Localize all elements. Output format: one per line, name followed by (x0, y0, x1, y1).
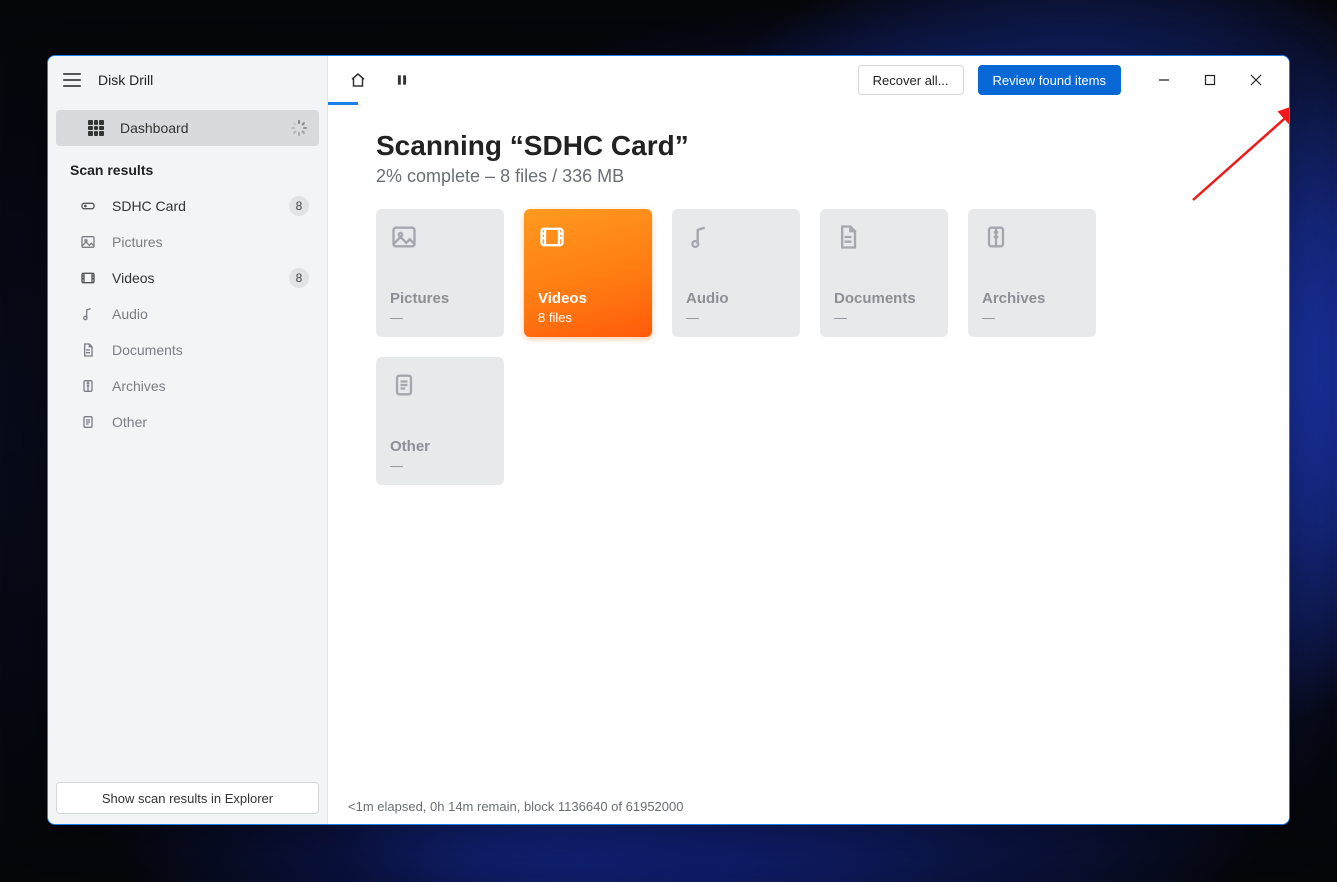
sidebar-item-archives[interactable]: Archives (48, 368, 327, 404)
archive-icon (982, 223, 1010, 251)
statusbar: <1m elapsed, 0h 14m remain, block 113664… (328, 788, 1289, 824)
home-button[interactable] (338, 58, 378, 102)
card-videos[interactable]: Videos 8 files (524, 209, 652, 337)
sidebar-item-videos[interactable]: Videos 8 (48, 260, 327, 296)
app-window: Disk Drill Dashboard Scan results SDHC C… (47, 55, 1290, 825)
card-subtitle: — (982, 310, 1082, 325)
window-controls (1141, 64, 1279, 96)
sidebar-item-documents[interactable]: Documents (48, 332, 327, 368)
card-subtitle: — (834, 310, 934, 325)
main-area: Recover all... Review found items Scanni… (328, 56, 1289, 824)
drive-icon (80, 198, 96, 214)
sidebar-item-label: Pictures (112, 234, 309, 250)
music-note-icon (80, 306, 96, 322)
card-subtitle: — (686, 310, 786, 325)
card-pictures[interactable]: Pictures — (376, 209, 504, 337)
sidebar-item-label: Other (112, 414, 309, 430)
content: Scanning “SDHC Card” 2% complete – 8 fil… (328, 104, 1289, 788)
pause-button[interactable] (382, 58, 422, 102)
sidebar-item-dashboard[interactable]: Dashboard (56, 110, 319, 146)
count-badge: 8 (289, 196, 309, 216)
spinner-icon (291, 120, 307, 136)
sidebar: Disk Drill Dashboard Scan results SDHC C… (48, 56, 328, 824)
sidebar-item-other[interactable]: Other (48, 404, 327, 440)
category-cards: Pictures — Videos 8 files Audio — (376, 209, 1241, 485)
card-title: Documents (834, 290, 934, 307)
image-icon (80, 234, 96, 250)
card-documents[interactable]: Documents — (820, 209, 948, 337)
sidebar-item-label: SDHC Card (112, 198, 273, 214)
sidebar-section-scan-results: Scan results (48, 152, 327, 188)
card-subtitle: 8 files (538, 310, 638, 325)
archive-icon (80, 378, 96, 394)
document-icon (834, 223, 862, 251)
sidebar-item-label: Audio (112, 306, 309, 322)
progress-indicator (328, 102, 358, 105)
sidebar-footer: Show scan results in Explorer (56, 782, 319, 814)
maximize-button[interactable] (1187, 64, 1233, 96)
recover-all-button[interactable]: Recover all... (858, 65, 964, 95)
card-title: Other (390, 438, 490, 455)
close-button[interactable] (1233, 64, 1279, 96)
card-title: Pictures (390, 290, 490, 307)
app-title: Disk Drill (98, 72, 153, 88)
card-title: Audio (686, 290, 786, 307)
hamburger-button[interactable] (60, 68, 84, 92)
sidebar-item-audio[interactable]: Audio (48, 296, 327, 332)
minimize-button[interactable] (1141, 64, 1187, 96)
image-icon (390, 223, 418, 251)
card-title: Videos (538, 290, 638, 307)
show-in-explorer-button[interactable]: Show scan results in Explorer (56, 782, 319, 814)
hamburger-icon (63, 73, 81, 87)
sidebar-header: Disk Drill (48, 56, 327, 104)
card-title: Archives (982, 290, 1082, 307)
card-subtitle: — (390, 458, 490, 473)
document-icon (80, 342, 96, 358)
video-icon (538, 223, 566, 251)
sidebar-item-label: Documents (112, 342, 309, 358)
sidebar-item-sdhc-card[interactable]: SDHC Card 8 (48, 188, 327, 224)
count-badge: 8 (289, 268, 309, 288)
card-subtitle: — (390, 310, 490, 325)
card-other[interactable]: Other — (376, 357, 504, 485)
card-archives[interactable]: Archives — (968, 209, 1096, 337)
scan-title: Scanning “SDHC Card” (376, 130, 1241, 162)
sidebar-item-label: Videos (112, 270, 273, 286)
status-text: <1m elapsed, 0h 14m remain, block 113664… (348, 799, 683, 814)
topbar: Recover all... Review found items (328, 56, 1289, 104)
sidebar-item-label: Archives (112, 378, 309, 394)
file-icon (80, 414, 96, 430)
music-note-icon (686, 223, 714, 251)
scan-subtitle: 2% complete – 8 files / 336 MB (376, 166, 1241, 187)
file-icon (390, 371, 418, 399)
grid-icon (88, 120, 104, 136)
sidebar-item-label: Dashboard (120, 120, 275, 136)
sidebar-item-pictures[interactable]: Pictures (48, 224, 327, 260)
card-audio[interactable]: Audio — (672, 209, 800, 337)
video-icon (80, 270, 96, 286)
review-found-items-button[interactable]: Review found items (978, 65, 1121, 95)
